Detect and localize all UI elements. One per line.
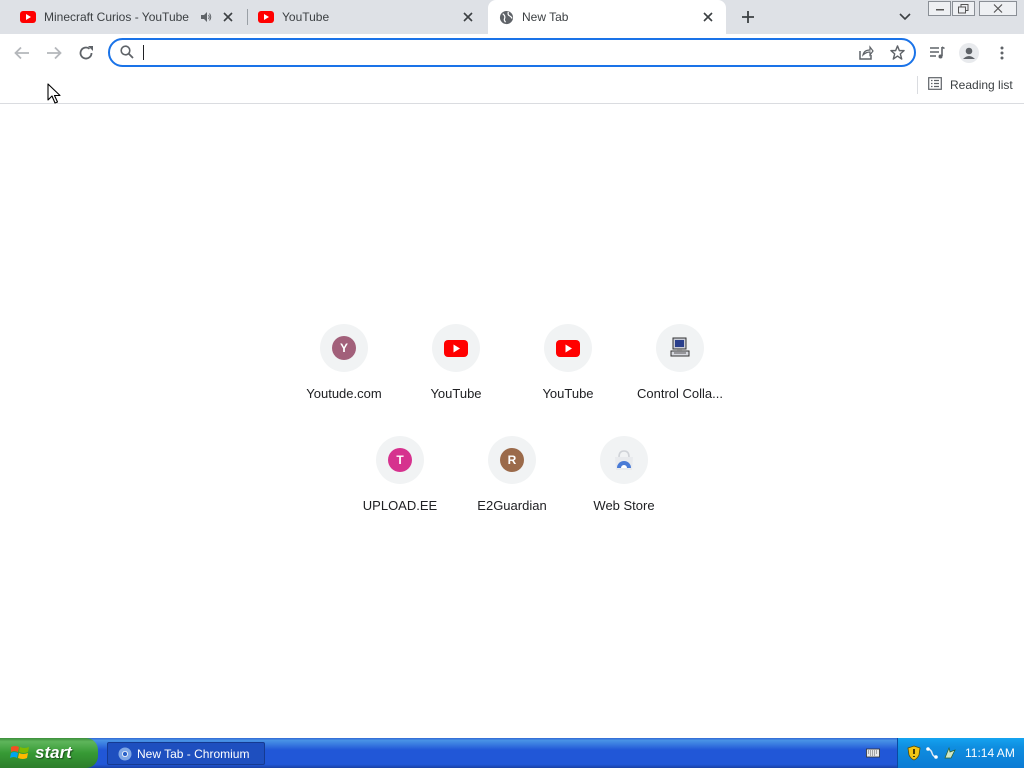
tab-search-chevron-icon[interactable] <box>896 8 914 26</box>
taskbar-item-label: New Tab - Chromium <box>137 746 250 761</box>
share-icon[interactable] <box>858 45 874 61</box>
tab-title: YouTube <box>282 10 330 24</box>
letter-avatar-icon: Y <box>332 336 356 360</box>
forward-button[interactable] <box>43 42 65 64</box>
tab-youtube[interactable]: YouTube <box>248 0 486 34</box>
globe-icon <box>498 9 514 25</box>
start-label: start <box>35 743 72 762</box>
reading-list-button[interactable]: Reading list <box>928 76 1013 94</box>
browser-toolbar <box>0 34 1024 72</box>
shortcut-tile[interactable]: YouTube <box>400 316 512 416</box>
shortcut-label: Web Store <box>593 498 655 513</box>
shortcut-label: Control Colla... <box>637 386 723 401</box>
tab-new-tab[interactable]: New Tab <box>488 0 726 34</box>
shortcut-label: UPLOAD.EE <box>362 498 438 513</box>
omnibox[interactable] <box>108 38 916 67</box>
shortcut-icon-circle: T <box>376 436 424 484</box>
youtube-icon <box>20 9 36 25</box>
close-icon[interactable] <box>460 9 476 25</box>
shortcut-icon-circle: R <box>488 436 536 484</box>
volume-icon[interactable] <box>943 746 957 760</box>
kebab-menu-icon[interactable] <box>991 42 1013 64</box>
system-tray: 11:14 AM <box>897 738 1024 768</box>
shortcut-label: E2Guardian <box>477 498 547 513</box>
clock: 11:14 AM <box>965 746 1015 760</box>
shortcut-icon-circle <box>600 436 648 484</box>
webstore-icon <box>615 450 633 470</box>
chromium-icon <box>118 747 132 760</box>
youtube-icon <box>444 339 468 357</box>
minimize-button[interactable] <box>928 1 951 16</box>
profile-avatar[interactable] <box>958 42 980 64</box>
network-icon[interactable] <box>925 746 939 760</box>
youtube-icon <box>258 9 274 25</box>
shortcut-label: YouTube <box>542 386 594 401</box>
letter-avatar-icon: T <box>388 448 412 472</box>
shortcut-tile[interactable]: Web Store <box>568 428 680 528</box>
shortcut-icon-circle <box>544 324 592 372</box>
tab-title: New Tab <box>522 10 569 24</box>
tab-title: Minecraft Curios - YouTube <box>44 10 189 24</box>
reading-list-icon <box>928 77 942 93</box>
shortcut-icon-circle <box>656 324 704 372</box>
shortcut-tile[interactable]: T UPLOAD.EE <box>344 428 456 528</box>
security-shield-icon[interactable] <box>907 745 921 761</box>
speaker-icon[interactable] <box>198 9 214 25</box>
letter-avatar-icon: R <box>500 448 524 472</box>
restore-button[interactable] <box>952 1 975 16</box>
shortcut-label: YouTube <box>430 386 482 401</box>
bookmarks-bar: Reading list <box>0 72 1024 104</box>
media-controls-button[interactable] <box>926 42 948 64</box>
shortcut-icon-circle: Y <box>320 324 368 372</box>
tab-minecraft-curios[interactable]: Minecraft Curios - YouTube <box>0 0 246 34</box>
tab-strip: Minecraft Curios - YouTube YouTube New T… <box>0 0 1024 34</box>
start-button[interactable]: start <box>0 738 98 768</box>
close-icon[interactable] <box>700 9 716 25</box>
back-button[interactable] <box>11 42 33 64</box>
shortcut-tile[interactable]: YouTube <box>512 316 624 416</box>
shortcut-icon-circle <box>432 324 480 372</box>
reload-button[interactable] <box>75 42 97 64</box>
shortcut-tile[interactable]: Y Youtude.com <box>288 316 400 416</box>
youtube-icon <box>556 339 580 357</box>
bookmark-star-icon[interactable] <box>890 45 906 61</box>
new-tab-page: Y Youtude.com YouTube YouTube Control Co… <box>0 104 1024 738</box>
bookmarks-separator <box>917 76 918 94</box>
text-caret <box>143 45 144 60</box>
new-tab-button[interactable] <box>738 7 758 27</box>
mouse-cursor-icon <box>47 83 61 104</box>
reading-list-label: Reading list <box>950 78 1013 92</box>
keyboard-icon[interactable] <box>866 746 880 760</box>
shortcut-label: Youtude.com <box>306 386 382 401</box>
search-icon <box>120 45 136 61</box>
computer-icon <box>670 337 690 357</box>
close-icon[interactable] <box>220 9 236 25</box>
shortcut-tile[interactable]: R E2Guardian <box>456 428 568 528</box>
taskbar-item-chromium[interactable]: New Tab - Chromium <box>107 742 265 765</box>
windows-taskbar: start New Tab - Chromium 11:14 AM <box>0 738 1024 768</box>
close-window-button[interactable] <box>979 1 1017 16</box>
shortcut-tile[interactable]: Control Colla... <box>624 316 736 416</box>
windows-logo-icon <box>10 746 29 759</box>
address-input[interactable] <box>142 43 842 63</box>
